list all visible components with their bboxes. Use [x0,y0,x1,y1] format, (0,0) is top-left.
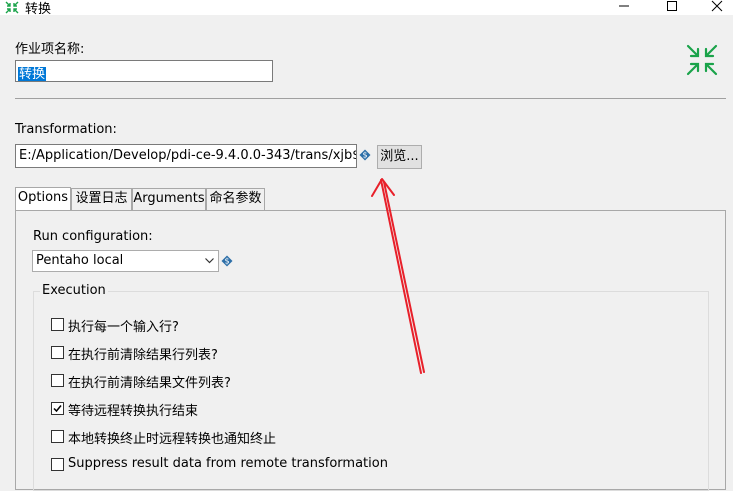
run-configuration-select[interactable]: Pentaho local [32,250,219,272]
checkbox[interactable] [51,318,64,331]
execution-legend: Execution [40,283,108,298]
checkbox[interactable] [51,458,64,471]
checkbox-label: Suppress result data from remote transfo… [68,456,388,471]
run-configuration-label: Run configuration: [33,229,153,244]
close-button[interactable] [697,0,733,15]
tab-arguments[interactable]: Arguments [132,188,206,210]
tab-named-parameters[interactable]: 命名参数 [206,188,265,210]
tab-options[interactable]: Options [15,187,71,211]
checkbox-label: 在执行前清除结果文件列表? [68,376,231,391]
checkbox[interactable] [51,374,64,387]
checkbox-checked[interactable] [51,402,64,415]
job-entry-name-value: 转换 [18,67,47,82]
close-icon [711,0,723,12]
checkbox-label: 执行每一个输入行? [68,320,179,335]
svg-text:$: $ [224,257,229,266]
checkbox[interactable] [51,346,64,359]
checkbox-label: 在执行前清除结果行列表? [68,348,218,363]
title-bar: 转换 [0,0,733,17]
tab-logging-label: 设置日志 [75,191,128,206]
chevron-down-icon [205,258,214,264]
tab-options-label: Options [17,190,69,205]
tab-logging[interactable]: 设置日志 [71,188,132,210]
run-config-variable-icon[interactable]: $ [221,255,233,267]
checkbox-label: 等待远程转换执行结束 [68,404,199,419]
transformation-icon [686,44,718,76]
maximize-button[interactable] [652,0,692,15]
browse-button[interactable]: 浏览... [377,145,422,169]
run-configuration-value: Pentaho local [36,253,124,268]
tab-named-parameters-label: 命名参数 [209,191,262,206]
checkbox[interactable] [51,430,64,443]
minimize-button[interactable] [604,0,644,15]
checkmark-icon [53,405,62,413]
svg-text:$: $ [362,151,367,160]
browse-button-label: 浏览... [380,149,419,164]
window-title: 转换 [25,2,52,17]
transformation-path-value: E:/Application/Develop/pdi-ce-9.4.0.0-34… [19,148,357,163]
maximize-icon [667,1,677,11]
transformation-path-input[interactable]: E:/Application/Develop/pdi-ce-9.4.0.0-34… [15,144,357,168]
job-entry-name-label: 作业项名称: [15,42,85,57]
job-entry-name-input[interactable]: 转换 [15,60,273,82]
transformation-app-icon [5,1,19,14]
variable-icon[interactable]: $ [359,149,371,161]
transformation-label: Transformation: [15,122,117,137]
annotation-arrow [371,178,425,374]
separator [15,98,726,99]
checkbox-label: 本地转换终止时远程转换也通知终止 [68,432,277,447]
tab-arguments-label: Arguments [133,191,205,206]
minimize-icon [619,5,629,7]
